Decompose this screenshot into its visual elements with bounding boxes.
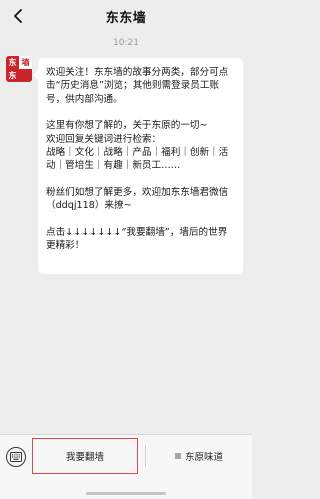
- avatar-char: 墙: [19, 56, 32, 69]
- nav-bar: 东东墙: [0, 0, 252, 32]
- avatar-char: [19, 69, 32, 82]
- home-indicator: [86, 492, 166, 495]
- message-paragraph: 这里有你想了解的，关于东原的一切~: [46, 120, 208, 132]
- chevron-left-icon: [14, 9, 22, 23]
- bottom-menu-bar: 我要翻墙 东原味道: [0, 434, 252, 499]
- keyboard-toggle-button[interactable]: [6, 447, 26, 467]
- back-button[interactable]: [8, 6, 28, 26]
- menu-button-fanqiang[interactable]: 我要翻墙: [32, 438, 138, 474]
- message-timestamp: 10:21: [113, 38, 139, 48]
- menu-button-label: 东原味道: [184, 452, 223, 463]
- avatar-char: 东: [8, 71, 17, 80]
- message-paragraph: 点击↓↓↓↓↓↓↓“我要翻墙”，墙后的世界更精彩！: [46, 226, 228, 252]
- menu-icon: [174, 453, 181, 459]
- keyboard-icon: [10, 452, 22, 462]
- message-paragraph: 欢迎关注！东东墙的故事分两类，部分可点击“历史消息”浏览；其他则需登录员工账号，…: [46, 67, 229, 105]
- message-paragraph: 粉丝们如想了解更多，欢迎加东东墙君微信（ddqj118）来撩~: [46, 186, 229, 212]
- page-title: 东东墙: [105, 10, 147, 26]
- menu-button-label: 我要翻墙: [65, 452, 104, 463]
- menu-button-dongyuan-flavor[interactable]: 东原味道: [146, 438, 252, 474]
- avatar-char: 东: [8, 58, 17, 67]
- message-bubble: 欢迎关注！东东墙的故事分两类，部分可点击“历史消息”浏览；其他则需登录员工账号，…: [33, 58, 243, 274]
- message-paragraph: 欢迎回复关键词进行检索：: [46, 133, 162, 145]
- avatar[interactable]: 东 墙 东: [6, 56, 32, 82]
- message-keywords: 战略｜文化｜战略｜产品｜福利｜创新｜活动｜管培生｜有趣｜新员工……: [46, 147, 229, 172]
